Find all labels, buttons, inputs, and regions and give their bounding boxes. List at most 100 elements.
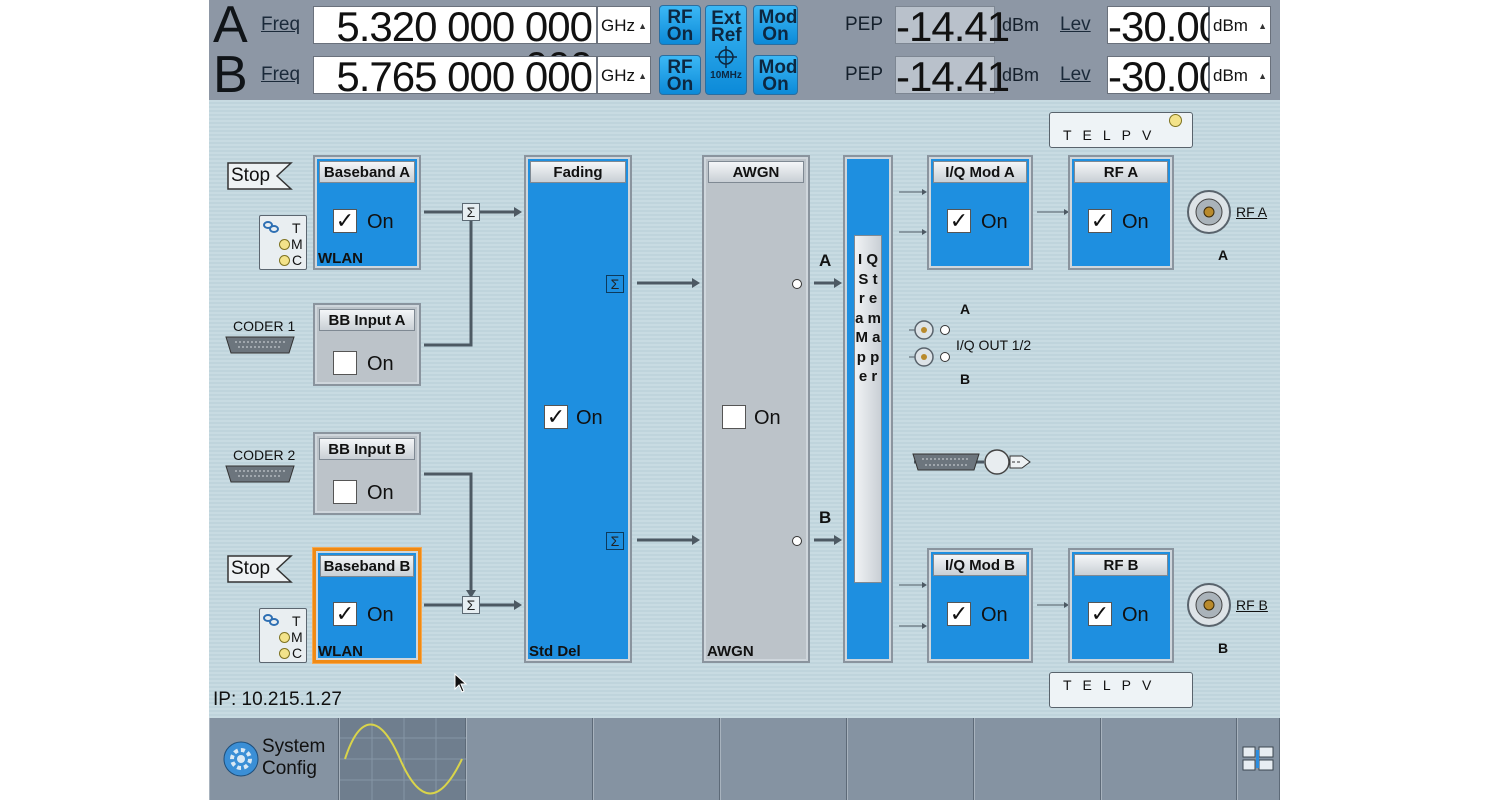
rf-a-sub-label: A <box>1218 247 1229 263</box>
freq-a-unit-value: GHz <box>601 16 635 35</box>
rf-a-checkbox[interactable]: ✓ <box>1088 209 1112 233</box>
iq-mod-b-block[interactable]: I/Q Mod B ✓ On <box>927 548 1033 663</box>
rf-b-block[interactable]: RF B ✓ On <box>1068 548 1174 663</box>
output-arrow-icon[interactable] <box>984 446 1032 478</box>
freq-a-label[interactable]: Freq <box>261 14 300 36</box>
taskbar-slot-5[interactable] <box>720 718 847 800</box>
freq-a-input[interactable]: 5.320 000 000 000 <box>313 6 597 88</box>
bb-input-a-block[interactable]: BB Input A On <box>313 303 421 386</box>
freq-b-input[interactable]: 5.765 000 000 000 <box>313 56 597 138</box>
taskbar: System Config <box>209 718 1280 800</box>
level-b-input[interactable]: -30.00 <box>1107 56 1222 98</box>
lev-a-label[interactable]: Lev <box>1060 14 1091 36</box>
taskbar-slot-7[interactable] <box>974 718 1101 800</box>
freq-b-unit-value: GHz <box>601 66 635 85</box>
fading-block[interactable]: Fading Σ Σ ✓ On Std Del <box>524 155 632 663</box>
system-config-button[interactable]: System Config <box>209 718 339 800</box>
path-a-label: A <box>819 251 832 270</box>
bb-input-a-state: On <box>367 353 394 375</box>
rf-a-block[interactable]: RF A ✓ On <box>1068 155 1174 270</box>
bb-input-a-checkbox[interactable] <box>333 351 357 375</box>
fading-title: Fading <box>530 161 626 183</box>
ext-ref-sub-label: 10MHz <box>710 70 742 81</box>
sine-wave-button[interactable] <box>339 718 467 800</box>
mod-a-button-label: Mod On <box>758 7 798 45</box>
coder2-label: CODER 2 <box>233 447 296 463</box>
pep-a-value: -14.41 <box>895 3 1010 50</box>
taskbar-slot-4[interactable] <box>593 718 720 800</box>
ip-address: IP: 10.215.1.27 <box>213 689 342 710</box>
freq-b-label[interactable]: Freq <box>261 64 300 86</box>
ext-ref-button[interactable]: Ext Ref 10MHz <box>705 5 747 95</box>
freq-b-unit-select[interactable]: GHz▲▼ <box>597 56 651 119</box>
bb-input-b-state: On <box>367 482 394 504</box>
rf-a-button[interactable]: RF On <box>659 5 701 45</box>
freq-a-unit-select[interactable]: GHz▲▼ <box>597 6 651 69</box>
rf-a-connector-icon[interactable] <box>1186 189 1232 235</box>
iq-mod-a-state: On <box>981 211 1008 233</box>
stop-a-button[interactable]: Stop <box>227 162 293 190</box>
taskbar-slot-3[interactable] <box>466 718 593 800</box>
baseband-a-state: On <box>367 211 394 233</box>
bb-input-b-block[interactable]: BB Input B On <box>313 432 421 515</box>
level-a-unit-select[interactable]: dBm▲▼ <box>1209 6 1271 69</box>
mod-a-button[interactable]: Mod On <box>753 5 798 45</box>
ext-ref-label: Ext Ref <box>711 8 742 46</box>
level-a-input[interactable]: -30.00 <box>1107 6 1222 48</box>
iq-stream-mapper-label: I Q S t r e a m M a p p e r <box>854 235 882 583</box>
tmc-b-m: M <box>291 629 303 645</box>
telpv-indicator-bottom[interactable]: TELPV <box>1049 672 1193 708</box>
rf-a-state: On <box>1122 211 1149 233</box>
taskbar-slot-6[interactable] <box>847 718 974 800</box>
iq-mod-a-checkbox[interactable]: ✓ <box>947 209 971 233</box>
awgn-state: On <box>754 407 781 429</box>
iq-mod-b-checkbox[interactable]: ✓ <box>947 602 971 626</box>
rf-b-button[interactable]: RF On <box>659 55 701 95</box>
baseband-a-checkbox[interactable]: ✓ <box>333 209 357 233</box>
coder1-label: CODER 1 <box>233 318 296 334</box>
iq-stream-mapper-block[interactable]: I Q S t r e a m M a p p e r <box>843 155 893 663</box>
awgn-block[interactable]: AWGN On AWGN <box>702 155 810 663</box>
lev-b-label[interactable]: Lev <box>1060 64 1091 86</box>
baseband-b-footer: WLAN <box>318 643 363 660</box>
awgn-checkbox[interactable] <box>722 405 746 429</box>
pep-b-unit: dBm <box>1002 65 1040 85</box>
rf-a-connector-label[interactable]: RF A <box>1236 204 1267 220</box>
baseband-b-checkbox[interactable]: ✓ <box>333 602 357 626</box>
baseband-a-block[interactable]: Baseband A ✓ On WLAN <box>313 155 421 270</box>
rf-b-sub-label: B <box>1218 640 1229 656</box>
iq-mod-a-title: I/Q Mod A <box>933 161 1027 183</box>
bb-input-b-title: BB Input B <box>319 438 415 460</box>
baseband-b-state: On <box>367 604 394 626</box>
fading-state: On <box>576 407 603 429</box>
taskbar-slot-8[interactable] <box>1101 718 1237 800</box>
baseband-a-footer: WLAN <box>318 250 363 267</box>
iq-out-connectors-icon[interactable] <box>909 317 957 369</box>
rf-a-title: RF A <box>1074 161 1168 183</box>
stop-b-button[interactable]: Stop <box>227 555 293 583</box>
rf-b-title: RF B <box>1074 554 1168 576</box>
baseband-a-title: Baseband A <box>319 161 415 183</box>
iq-mod-a-block[interactable]: I/Q Mod A ✓ On <box>927 155 1033 270</box>
trigger-marker-clock-a[interactable]: T M C <box>259 215 307 270</box>
level-b-unit-select[interactable]: dBm▲▼ <box>1209 56 1271 119</box>
baseband-b-block[interactable]: Baseband B ✓ On WLAN <box>313 548 421 663</box>
rf-b-connector-label[interactable]: RF B <box>1236 597 1268 613</box>
fading-checkbox[interactable]: ✓ <box>544 405 568 429</box>
led-indicator <box>279 648 290 659</box>
baseband-b-title: Baseband B <box>320 555 414 577</box>
iq-out-b-label: B <box>960 371 971 387</box>
mod-b-button[interactable]: Mod On <box>753 55 798 95</box>
rf-b-checkbox[interactable]: ✓ <box>1088 602 1112 626</box>
window-layout-button[interactable] <box>1237 718 1280 800</box>
fading-footer: Std Del <box>529 643 581 660</box>
led-indicator <box>1169 114 1182 127</box>
fading-sum-b: Σ <box>606 532 624 550</box>
window-layout-icon <box>1242 746 1274 771</box>
status-header: A Freq 5.320 000 000 000 GHz▲▼ RF On Ext… <box>209 0 1280 138</box>
trigger-marker-clock-b[interactable]: T M C <box>259 608 307 663</box>
rf-b-state: On <box>1122 604 1149 626</box>
awgn-port-a <box>792 279 802 289</box>
rf-b-connector-icon[interactable] <box>1186 582 1232 628</box>
bb-input-b-checkbox[interactable] <box>333 480 357 504</box>
